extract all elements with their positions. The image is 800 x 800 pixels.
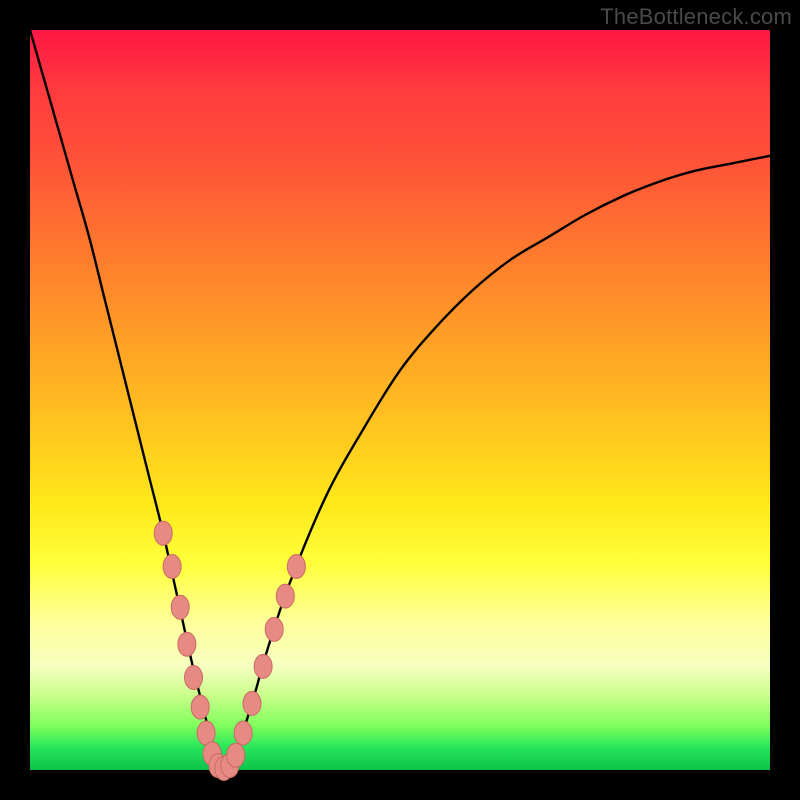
marker-point xyxy=(171,595,189,619)
marker-point xyxy=(185,666,203,690)
marker-point xyxy=(243,691,261,715)
marker-point xyxy=(191,695,209,719)
watermark-text: TheBottleneck.com xyxy=(600,4,792,30)
marker-group xyxy=(154,521,305,780)
marker-point xyxy=(178,632,196,656)
marker-point xyxy=(287,555,305,579)
marker-point xyxy=(163,555,181,579)
marker-point xyxy=(254,654,272,678)
marker-point xyxy=(276,584,294,608)
marker-point xyxy=(265,617,283,641)
chart-svg xyxy=(30,30,770,770)
marker-point xyxy=(154,521,172,545)
marker-point xyxy=(227,743,245,767)
plot-area xyxy=(30,30,770,770)
marker-point xyxy=(234,721,252,745)
chart-frame: TheBottleneck.com xyxy=(0,0,800,800)
bottleneck-curve xyxy=(30,30,770,770)
